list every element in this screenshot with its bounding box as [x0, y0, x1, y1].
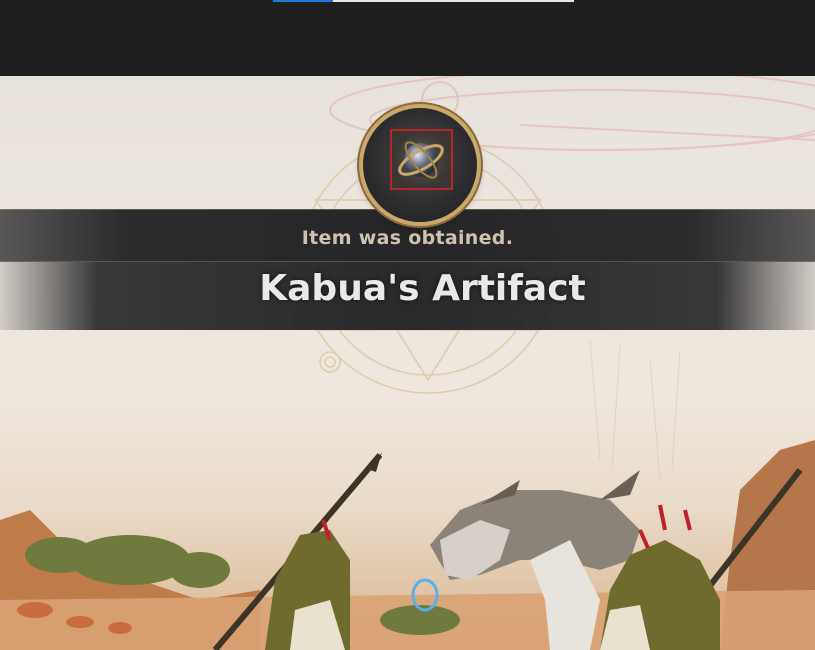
orb-artifact-icon: [390, 129, 453, 190]
top-toolbar: [0, 0, 815, 77]
game-screen: Item was obtained. Kabua's Artifact: [0, 0, 815, 650]
progress-bar: [273, 0, 574, 2]
item-obtained-message: Item was obtained.: [301, 227, 514, 249]
item-name: Kabua's Artifact: [259, 268, 586, 309]
energy-streaks: [589, 339, 681, 481]
progress-bar-fill: [273, 0, 334, 2]
